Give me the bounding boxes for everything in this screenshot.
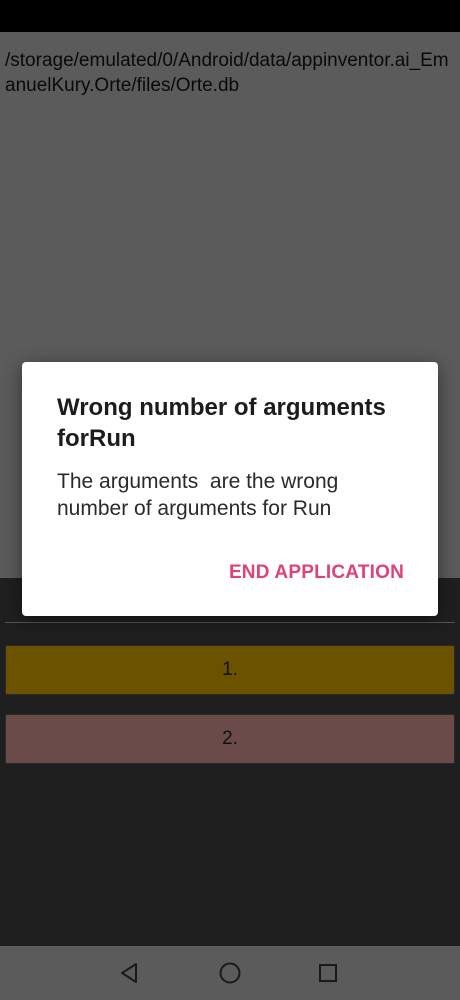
divider <box>5 622 455 623</box>
home-circle-icon <box>219 962 241 984</box>
recents-square-icon <box>319 964 337 982</box>
list-button-2-label: 2. <box>222 728 238 749</box>
dialog-message: The arguments are the wrong number of ar… <box>57 470 345 520</box>
list-button-1[interactable]: 1. <box>5 645 455 695</box>
dialog-title: Wrong number of arguments forRun <box>57 394 386 452</box>
recents-button[interactable] <box>315 960 341 986</box>
back-triangle-icon <box>121 963 137 983</box>
status-bar <box>0 0 460 32</box>
list-button-1-label: 1. <box>222 659 238 680</box>
navigation-bar <box>0 946 460 1000</box>
error-dialog: Wrong number of arguments forRun The arg… <box>22 362 438 616</box>
end-application-button[interactable]: END APPLICATION <box>229 562 404 584</box>
list-button-2[interactable]: 2. <box>5 714 455 764</box>
home-button[interactable] <box>217 960 243 986</box>
db-path-label: /storage/emulated/0/Android/data/appinve… <box>5 50 449 96</box>
back-button[interactable] <box>117 960 143 986</box>
